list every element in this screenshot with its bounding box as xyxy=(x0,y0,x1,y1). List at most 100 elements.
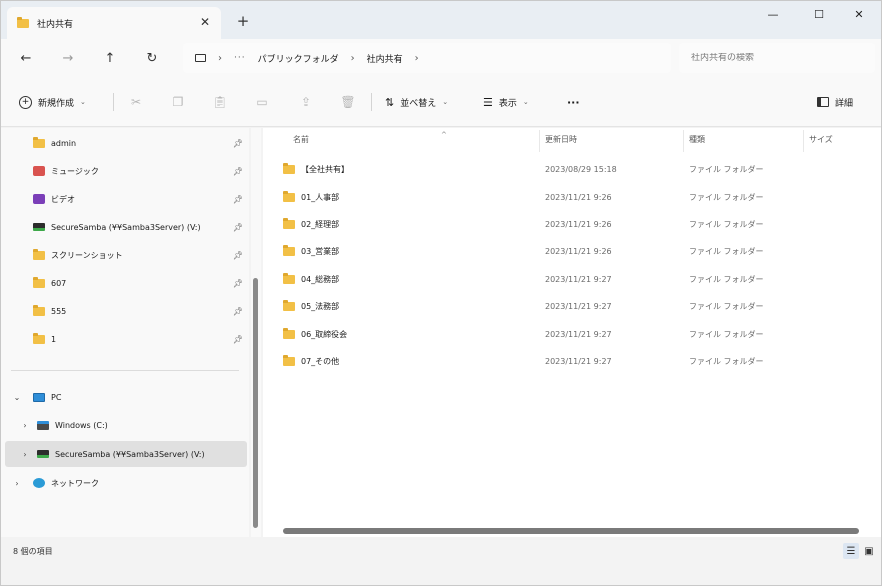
view-button[interactable]: ☰ 表示 ⌄ xyxy=(483,91,529,113)
file-name: 04_総務部 xyxy=(301,274,340,284)
file-name: 【全社共有】 xyxy=(301,164,349,174)
chevron-right-icon: › xyxy=(350,52,355,64)
file-row[interactable]: 02_経理部 2023/11/21 9:26 ファイル フォルダー xyxy=(283,211,873,237)
refresh-button[interactable]: ↻ xyxy=(141,47,163,69)
forward-button[interactable]: → xyxy=(57,47,79,69)
file-row[interactable]: 07_その他 2023/11/21 9:27 ファイル フォルダー xyxy=(283,348,873,374)
file-date: 2023/11/21 9:26 xyxy=(545,246,612,256)
new-button-label: 新規作成 xyxy=(38,98,75,109)
chevron-down-icon: ⌄ xyxy=(80,98,86,106)
scissors-icon: ✂ xyxy=(130,95,142,109)
monitor-icon xyxy=(195,54,206,62)
file-type: ファイル フォルダー xyxy=(689,219,764,229)
file-row[interactable]: 06_取締役会 2023/11/21 9:27 ファイル フォルダー xyxy=(283,321,873,347)
pin-icon: 📌︎ xyxy=(232,222,243,232)
chevron-down-icon: ⌄ xyxy=(442,98,449,106)
column-header-date[interactable]: 更新日時 xyxy=(545,134,577,145)
close-tab-icon[interactable]: ✕ xyxy=(197,14,213,30)
sidebar-item-windows-c[interactable]: › Windows (C:) xyxy=(5,412,247,438)
column-header-type[interactable]: 種類 xyxy=(689,134,705,145)
copy-button[interactable]: ❐ xyxy=(167,91,189,113)
up-button[interactable]: ↑ xyxy=(99,47,121,69)
sidebar-item-pc[interactable]: ⌄ PC xyxy=(5,384,247,410)
more-button[interactable]: ··· xyxy=(567,91,580,113)
folder-icon xyxy=(283,299,295,311)
tab-shared[interactable]: 社内共有 ✕ xyxy=(7,7,221,39)
sidebar-item-video[interactable]: ビデオ 📌︎ xyxy=(5,186,247,212)
sidebar-item-music[interactable]: ミュージック 📌︎ xyxy=(5,158,247,184)
file-type: ファイル フォルダー xyxy=(689,274,764,284)
breadcrumb-item-shared[interactable]: 社内共有 xyxy=(367,52,403,65)
file-type: ファイル フォルダー xyxy=(689,164,764,174)
minimize-button[interactable]: — xyxy=(753,1,793,27)
status-bar: 8 個の項目 ☰ ▣ xyxy=(1,538,881,562)
file-row[interactable]: 03_営業部 2023/11/21 9:26 ファイル フォルダー xyxy=(283,238,873,264)
address-bar[interactable]: › ··· パブリックフォルダ › 社内共有 › xyxy=(183,43,671,73)
sort-button[interactable]: ⇅ 並べ替え ⌄ xyxy=(385,91,448,113)
folder-icon xyxy=(33,332,45,344)
chevron-right-icon[interactable]: › xyxy=(19,450,31,459)
sidebar-item-securesamba-v[interactable]: › SecureSamba (¥¥Samba3Server) (V:) xyxy=(5,441,247,467)
file-explorer-window: 社内共有 ✕ + — ☐ ✕ ← → ↑ ↻ › ··· パブリックフォルダ ›… xyxy=(0,0,882,586)
music-icon xyxy=(33,166,45,176)
file-row[interactable]: 【全社共有】 2023/08/29 15:18 ファイル フォルダー xyxy=(283,156,873,182)
file-type: ファイル フォルダー xyxy=(689,301,764,311)
file-row[interactable]: 04_総務部 2023/11/21 9:27 ファイル フォルダー xyxy=(283,266,873,292)
details-pane-icon xyxy=(817,97,829,107)
rename-button[interactable]: ▭ xyxy=(251,91,273,113)
column-header-size[interactable]: サイズ xyxy=(809,134,833,145)
details-view-button[interactable]: ☰ xyxy=(843,543,859,559)
column-divider[interactable] xyxy=(683,130,684,152)
back-button[interactable]: ← xyxy=(15,47,37,69)
file-date: 2023/11/21 9:27 xyxy=(545,329,612,339)
sort-icon: ⇅ xyxy=(385,95,395,109)
rename-icon: ▭ xyxy=(256,95,268,109)
column-header-name[interactable]: 名前 ^ xyxy=(293,131,447,145)
delete-button[interactable]: 🗑︎ xyxy=(337,91,359,113)
network-icon xyxy=(33,478,45,488)
details-button[interactable]: 詳細 xyxy=(817,91,853,113)
sidebar-item-securesamba[interactable]: SecureSamba (¥¥Samba3Server) (V:) 📌︎ xyxy=(5,214,247,240)
sidebar-item-admin[interactable]: admin 📌︎ xyxy=(5,130,247,156)
sidebar-scrollbar[interactable] xyxy=(251,128,261,537)
chevron-down-icon[interactable]: ⌄ xyxy=(11,393,23,402)
breadcrumb-item-public[interactable]: パブリックフォルダ xyxy=(258,52,339,65)
column-divider[interactable] xyxy=(803,130,804,152)
file-row[interactable]: 05_法務部 2023/11/21 9:27 ファイル フォルダー xyxy=(283,293,873,319)
sidebar-item-555[interactable]: 555 📌︎ xyxy=(5,298,247,324)
close-window-button[interactable]: ✕ xyxy=(839,1,879,27)
video-icon xyxy=(33,194,45,204)
file-date: 2023/11/21 9:26 xyxy=(545,219,612,229)
sidebar-item-607[interactable]: 607 📌︎ xyxy=(5,270,247,296)
sort-button-label: 並べ替え xyxy=(400,98,437,109)
search-input[interactable] xyxy=(691,53,861,63)
chevron-right-icon[interactable]: › xyxy=(19,421,31,430)
horizontal-scrollbar-thumb[interactable] xyxy=(283,528,859,534)
maximize-button[interactable]: ☐ xyxy=(799,1,839,27)
sidebar-divider xyxy=(11,370,239,371)
file-date: 2023/11/21 9:27 xyxy=(545,301,612,311)
tiles-view-icon: ▣ xyxy=(864,545,874,557)
network-drive-icon xyxy=(37,450,49,458)
sidebar-item-1[interactable]: 1 📌︎ xyxy=(5,326,247,352)
new-tab-button[interactable]: + xyxy=(233,11,253,31)
paste-button[interactable]: 📋︎ xyxy=(209,91,231,113)
sidebar-scrollbar-thumb[interactable] xyxy=(253,278,258,528)
share-button[interactable]: ⇪ xyxy=(295,91,317,113)
chevron-right-icon[interactable]: › xyxy=(415,53,419,64)
share-icon: ⇪ xyxy=(300,95,312,109)
sidebar-item-network[interactable]: › ネットワーク xyxy=(5,470,247,496)
column-divider[interactable] xyxy=(539,130,540,152)
sidebar-item-screenshots[interactable]: スクリーンショット 📌︎ xyxy=(5,242,247,268)
file-row[interactable]: 01_人事部 2023/11/21 9:26 ファイル フォルダー xyxy=(283,184,873,210)
sort-up-icon: ^ xyxy=(441,131,447,139)
cut-button[interactable]: ✂ xyxy=(125,91,147,113)
tiles-view-button[interactable]: ▣ xyxy=(861,543,877,559)
new-button[interactable]: + 新規作成 ⌄ xyxy=(19,91,86,113)
file-date: 2023/11/21 9:27 xyxy=(545,274,612,284)
command-bar: + 新規作成 ⌄ ✂ ❐ 📋︎ ▭ ⇪ 🗑︎ ⇅ 並べ替え ⌄ ☰ 表示 ⌄ ·… xyxy=(1,77,881,127)
chevron-right-icon[interactable]: › xyxy=(11,479,23,488)
breadcrumb-more[interactable]: ··· xyxy=(234,53,246,63)
details-button-label: 詳細 xyxy=(835,98,854,109)
search-box[interactable] xyxy=(679,43,875,73)
